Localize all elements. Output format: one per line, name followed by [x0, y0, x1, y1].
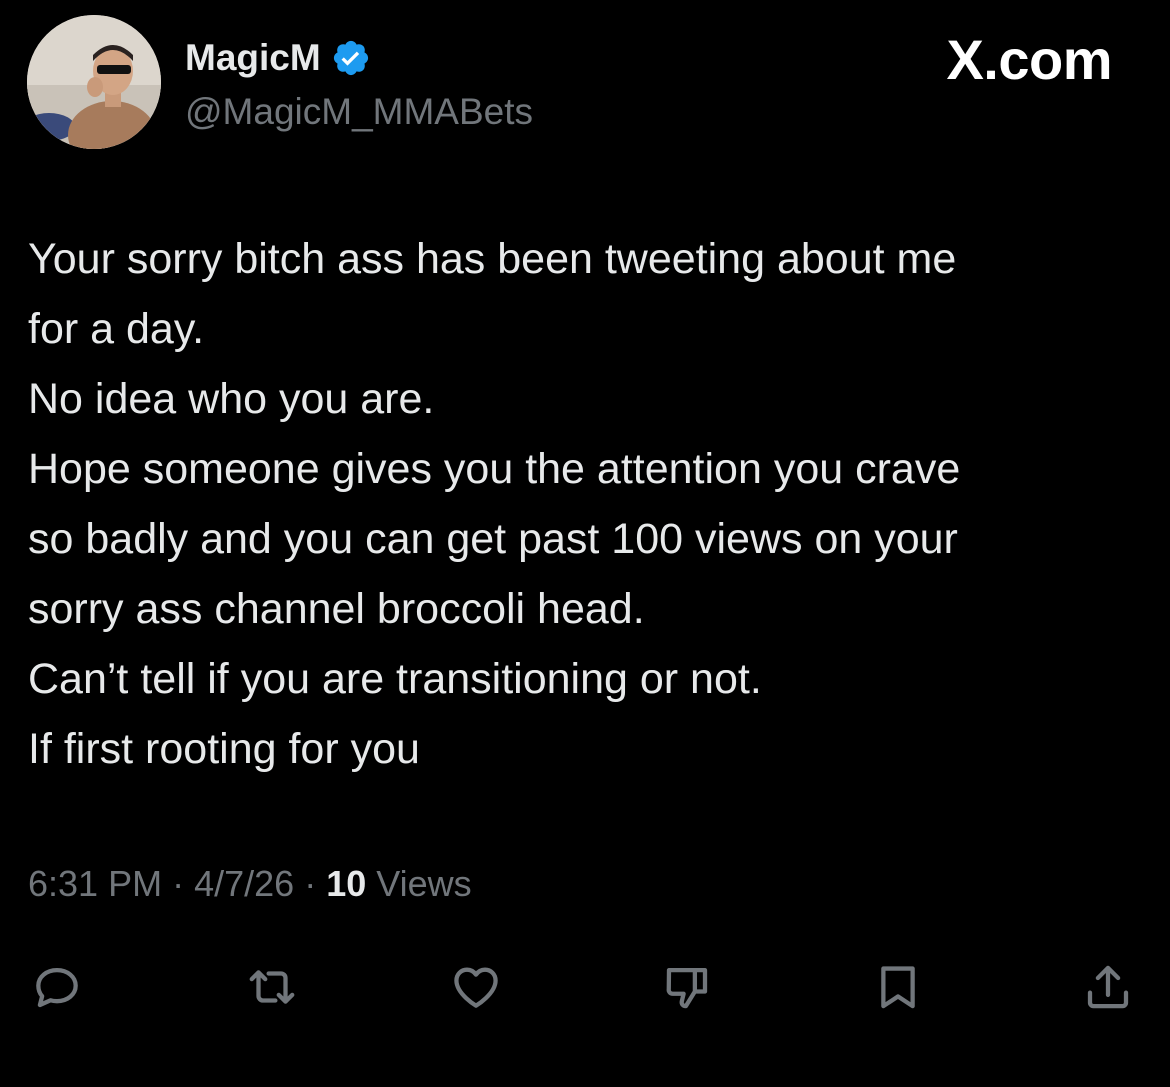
tweet-line: No idea who you are.: [28, 375, 435, 423]
dislike-button[interactable]: [655, 955, 719, 1019]
tweet-line: Your sorry bitch ass has been tweeting a…: [28, 235, 957, 283]
tweet-text: Your sorry bitch ass has been tweeting a…: [28, 224, 1153, 784]
bookmark-button[interactable]: [866, 955, 930, 1019]
author-display-name[interactable]: MagicM: [185, 34, 321, 82]
retweet-icon: [249, 970, 295, 1004]
author-handle[interactable]: @MagicM_MMABets: [185, 88, 533, 136]
tweet-line: Can’t tell if you are transitioning or n…: [28, 655, 762, 703]
bookmark-icon: [881, 966, 915, 1009]
verified-badge-icon: [331, 38, 371, 78]
dislike-icon: [666, 967, 708, 1009]
profile-photo: [27, 15, 161, 149]
author-name-row[interactable]: MagicM: [185, 34, 371, 82]
brand-wordmark: X.com: [946, 28, 1112, 91]
tweet-action-bar: [0, 955, 1170, 1019]
views-count: 10: [326, 863, 367, 904]
share-button[interactable]: [1076, 955, 1140, 1019]
meta-separator: ·: [172, 863, 185, 904]
meta-separator: ·: [304, 863, 317, 904]
like-icon: [454, 967, 498, 1008]
tweet-line: If first rooting for you: [28, 725, 420, 773]
avatar[interactable]: [27, 15, 161, 149]
views-label: Views: [376, 863, 472, 904]
reply-icon: [36, 967, 78, 1008]
reply-button[interactable]: [25, 955, 89, 1019]
tweet-line: so badly and you can get past 100 views …: [28, 515, 958, 563]
tweet-date[interactable]: 4/7/26: [194, 863, 294, 904]
share-icon: [1087, 965, 1129, 1009]
tweet-time[interactable]: 6:31 PM: [28, 863, 162, 904]
tweet-line: Hope someone gives you the attention you…: [28, 445, 961, 493]
retweet-button[interactable]: [240, 955, 304, 1019]
like-button[interactable]: [444, 955, 508, 1019]
tweet-line: for a day.: [28, 305, 205, 353]
tweet-meta: 6:31 PM · 4/7/26 · 10 Views: [28, 858, 472, 910]
tweet-line: sorry ass channel broccoli head.: [28, 585, 645, 633]
